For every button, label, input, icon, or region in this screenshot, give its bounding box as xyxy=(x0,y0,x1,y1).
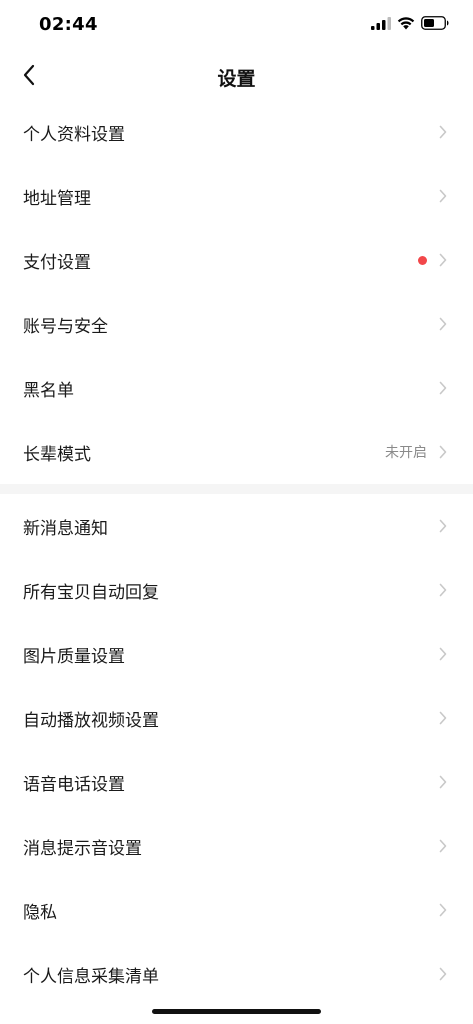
list-item-right: 未开启 xyxy=(385,442,449,462)
list-item-right xyxy=(437,582,449,598)
list-item-personal-info-list[interactable]: 个人信息采集清单 xyxy=(0,942,473,1006)
list-item-right xyxy=(437,316,449,332)
chevron-right-icon xyxy=(437,188,449,204)
list-item-right xyxy=(437,124,449,140)
wifi-icon xyxy=(397,15,415,34)
list-item-auto-reply[interactable]: 所有宝贝自动回复 xyxy=(0,558,473,622)
list-item-blacklist[interactable]: 黑名单 xyxy=(0,356,473,420)
list-item-label: 新消息通知 xyxy=(23,518,108,539)
list-item-label: 所有宝贝自动回复 xyxy=(23,582,159,603)
home-indicator[interactable] xyxy=(152,1009,321,1014)
list-item-label: 语音电话设置 xyxy=(23,774,125,795)
chevron-right-icon xyxy=(437,838,449,854)
list-item-payment-settings[interactable]: 支付设置 xyxy=(0,228,473,292)
list-item-right xyxy=(437,710,449,726)
list-item-address-management[interactable]: 地址管理 xyxy=(0,164,473,228)
settings-list-primary: 个人资料设置 地址管理 支付设置 账号与安全 黑名单 长辈模式 未开启 xyxy=(0,100,473,484)
chevron-right-icon xyxy=(437,966,449,982)
section-divider xyxy=(0,484,473,494)
list-item-image-quality[interactable]: 图片质量设置 xyxy=(0,622,473,686)
list-item-right xyxy=(418,252,449,268)
list-item-right xyxy=(437,774,449,790)
settings-list-secondary: 新消息通知 所有宝贝自动回复 图片质量设置 自动播放视频设置 语音电话设置 消息… xyxy=(0,494,473,1006)
list-item-label: 消息提示音设置 xyxy=(23,838,142,859)
chevron-right-icon xyxy=(437,316,449,332)
page-title: 设置 xyxy=(217,68,256,90)
list-item-right xyxy=(437,380,449,396)
signal-icon xyxy=(371,15,391,34)
chevron-right-icon xyxy=(437,518,449,534)
battery-icon xyxy=(421,15,449,34)
chevron-right-icon xyxy=(437,582,449,598)
list-item-right xyxy=(437,518,449,534)
list-item-label: 支付设置 xyxy=(23,252,91,273)
list-item-message-sound[interactable]: 消息提示音设置 xyxy=(0,814,473,878)
list-item-voice-call[interactable]: 语音电话设置 xyxy=(0,750,473,814)
list-item-label: 自动播放视频设置 xyxy=(23,710,159,731)
status-bar: 02:44 xyxy=(0,0,473,50)
list-item-label: 个人信息采集清单 xyxy=(23,966,159,987)
list-item-new-message-notification[interactable]: 新消息通知 xyxy=(0,494,473,558)
list-item-right xyxy=(437,902,449,918)
list-item-autoplay-video[interactable]: 自动播放视频设置 xyxy=(0,686,473,750)
list-item-right xyxy=(437,646,449,662)
list-item-label: 地址管理 xyxy=(23,188,91,209)
list-item-profile-settings[interactable]: 个人资料设置 xyxy=(0,100,473,164)
list-item-privacy[interactable]: 隐私 xyxy=(0,878,473,942)
chevron-right-icon xyxy=(437,902,449,918)
list-item-label: 账号与安全 xyxy=(23,316,108,337)
settings-page: 02:44 设置 个人资料设置 地址管理 支付设置 账号与安全 黑名单 长辈模式… xyxy=(0,0,473,1024)
list-item-right xyxy=(437,838,449,854)
list-item-right xyxy=(437,188,449,204)
status-icons xyxy=(371,15,449,34)
chevron-right-icon xyxy=(437,380,449,396)
chevron-right-icon xyxy=(437,252,449,268)
chevron-right-icon xyxy=(437,774,449,790)
notification-dot xyxy=(418,255,427,265)
chevron-right-icon xyxy=(437,646,449,662)
list-item-label: 长辈模式 xyxy=(23,444,91,465)
chevron-right-icon xyxy=(437,444,449,460)
list-item-label: 隐私 xyxy=(23,902,57,923)
nav-bar: 设置 xyxy=(0,50,473,102)
list-item-elder-mode[interactable]: 长辈模式 未开启 xyxy=(0,420,473,484)
chevron-right-icon xyxy=(437,710,449,726)
list-item-label: 个人资料设置 xyxy=(23,124,125,145)
list-item-label: 黑名单 xyxy=(23,380,74,401)
elder-mode-status: 未开启 xyxy=(385,445,427,461)
status-time: 02:44 xyxy=(39,14,98,35)
list-item-account-security[interactable]: 账号与安全 xyxy=(0,292,473,356)
list-item-label: 图片质量设置 xyxy=(23,646,125,667)
list-item-right xyxy=(437,966,449,982)
chevron-right-icon xyxy=(437,124,449,140)
